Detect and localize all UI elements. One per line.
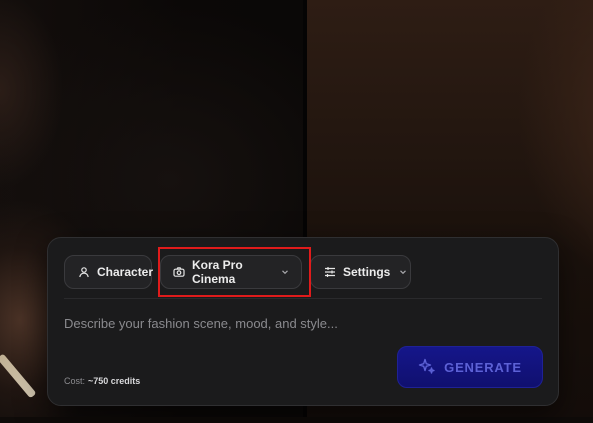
camera-model-dropdown[interactable]: Kora Pro Cinema (160, 255, 302, 289)
composer-toolbar: Character Kora Pro Cinema Settings (64, 255, 411, 289)
generate-label: GENERATE (444, 359, 522, 375)
bottom-strip (0, 417, 593, 423)
settings-label: Settings (343, 265, 391, 279)
cost-display: Cost: ~750 credits (64, 376, 140, 386)
sliders-icon (324, 266, 336, 278)
settings-dropdown[interactable]: Settings (310, 255, 411, 289)
character-button-label: Character (97, 265, 154, 279)
toolbar-divider (64, 298, 542, 299)
prompt-composer-panel: Character Kora Pro Cinema Settings Descr… (47, 237, 559, 406)
user-icon (78, 266, 90, 278)
generate-button[interactable]: GENERATE (397, 346, 543, 388)
camera-model-label: Kora Pro Cinema (192, 258, 243, 286)
character-button[interactable]: Character (64, 255, 154, 289)
chevron-down-icon (399, 268, 407, 276)
cost-value: ~750 credits (88, 376, 141, 386)
prompt-input[interactable] (64, 310, 542, 336)
camera-icon (173, 266, 185, 278)
chevron-down-icon (281, 268, 289, 276)
cost-label: Cost: (64, 376, 86, 386)
sparkle-icon (418, 357, 436, 378)
